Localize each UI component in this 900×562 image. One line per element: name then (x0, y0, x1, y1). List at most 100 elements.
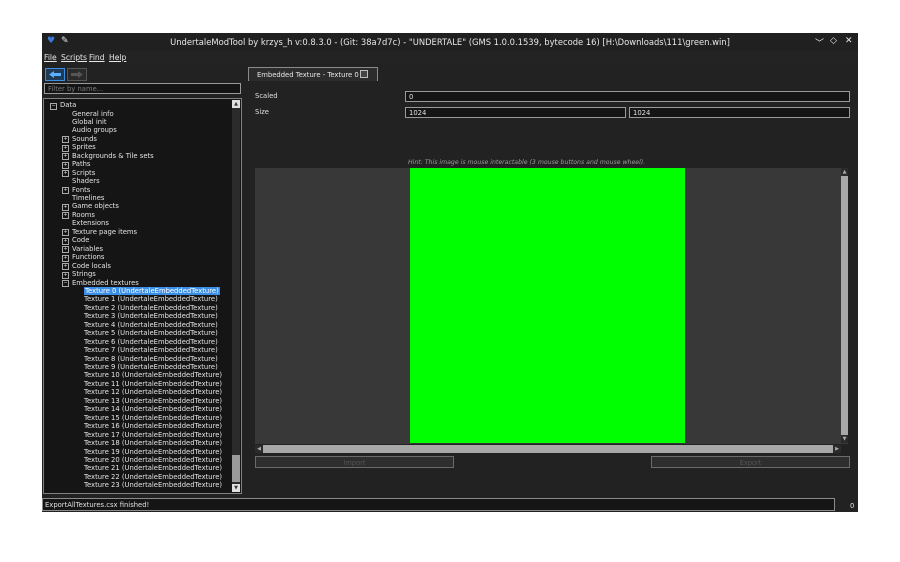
tree-item[interactable]: Sprites (72, 143, 96, 151)
texture-item[interactable]: Texture 7 (UndertaleEmbeddedTexture) (84, 346, 218, 354)
tree-item[interactable]: Backgrounds & Tile sets (72, 152, 154, 160)
expand-icon[interactable]: + (62, 212, 69, 220)
expand-icon[interactable]: + (62, 246, 69, 254)
menu-help[interactable]: Help (109, 53, 126, 62)
expand-icon[interactable]: + (62, 254, 69, 262)
tab-close-icon[interactable] (360, 70, 368, 78)
tree-item[interactable]: Embedded textures (72, 279, 139, 287)
tree-item[interactable]: Strings (72, 270, 96, 278)
tree-root-data[interactable]: Data (60, 101, 76, 109)
texture-item[interactable]: Texture 12 (UndertaleEmbeddedTexture) (84, 388, 222, 396)
hint-text: Hint: This image is mouse interactable (… (408, 159, 646, 166)
maximize-button[interactable]: ◇ (830, 36, 837, 46)
width-field[interactable]: 1024 (405, 107, 626, 118)
tree-item[interactable]: Audio groups (72, 126, 117, 134)
texture-item[interactable]: Texture 15 (UndertaleEmbeddedTexture) (84, 414, 222, 422)
size-label: Size (255, 108, 269, 116)
texture-item[interactable]: Texture 10 (UndertaleEmbeddedTexture) (84, 371, 222, 379)
texture-item[interactable]: Texture 0 (UndertaleEmbeddedTexture) (84, 286, 220, 295)
tree-item[interactable]: Paths (72, 160, 90, 168)
minimize-button[interactable]: ﹀ (815, 36, 824, 49)
collapse-icon[interactable]: − (50, 103, 57, 110)
expand-icon[interactable]: + (62, 136, 69, 144)
tab-label: Embedded Texture - Texture 0 (257, 71, 359, 79)
texture-item[interactable]: Texture 6 (UndertaleEmbeddedTexture) (84, 338, 218, 346)
back-button[interactable] (45, 68, 65, 81)
texture-item[interactable]: Texture 23 (UndertaleEmbeddedTexture) (84, 481, 222, 489)
expand-icon[interactable]: + (62, 271, 69, 279)
texture-item[interactable]: Texture 18 (UndertaleEmbeddedTexture) (84, 439, 222, 447)
texture-item[interactable]: Texture 5 (UndertaleEmbeddedTexture) (84, 329, 218, 337)
tree-item[interactable]: Scripts (72, 169, 95, 177)
tree-item[interactable]: General info (72, 110, 114, 118)
scroll-down-icon[interactable]: ▼ (841, 435, 848, 443)
menu-file[interactable]: File (44, 53, 57, 62)
forward-button[interactable] (67, 68, 87, 81)
expand-icon[interactable]: + (62, 153, 69, 161)
expand-icon[interactable]: + (62, 144, 69, 152)
app-window: ♥ ✎ UndertaleModTool by krzys_h v:0.8.3.… (42, 33, 858, 512)
texture-item[interactable]: Texture 22 (UndertaleEmbeddedTexture) (84, 473, 222, 481)
collapse-icon[interactable]: − (62, 280, 69, 287)
texture-item[interactable]: Texture 16 (UndertaleEmbeddedTexture) (84, 422, 222, 430)
tree-item[interactable]: Code (72, 236, 89, 244)
menu-find[interactable]: Find (89, 53, 105, 62)
expand-icon[interactable]: + (62, 237, 69, 245)
import-button[interactable]: Import (255, 456, 454, 468)
tree-item[interactable]: Variables (72, 245, 103, 253)
expand-icon[interactable]: + (62, 229, 69, 237)
export-button[interactable]: Export (651, 456, 850, 468)
tree-item[interactable]: Code locals (72, 262, 111, 270)
tree-item[interactable]: Rooms (72, 211, 95, 219)
tree-item[interactable]: Fonts (72, 186, 90, 194)
tree-item[interactable]: Functions (72, 253, 104, 261)
status-count: 0 (850, 502, 855, 510)
filter-input[interactable]: Filter by name... (44, 83, 241, 94)
texture-item[interactable]: Texture 11 (UndertaleEmbeddedTexture) (84, 380, 222, 388)
expand-icon[interactable]: + (62, 161, 69, 169)
tree-item[interactable]: Texture page items (72, 228, 137, 236)
scroll-left-icon[interactable]: ◀ (255, 445, 263, 453)
scroll-right-icon[interactable]: ▶ (833, 445, 841, 453)
expand-icon[interactable]: + (62, 187, 69, 195)
tree-item[interactable]: Sounds (72, 135, 97, 143)
tree-item[interactable]: Game objects (72, 202, 119, 210)
tree-scrollbar[interactable]: ▲ ▼ (232, 100, 240, 492)
title-bar: ♥ ✎ UndertaleModTool by krzys_h v:0.8.3.… (42, 33, 858, 51)
texture-item[interactable]: Texture 8 (UndertaleEmbeddedTexture) (84, 355, 218, 363)
texture-item[interactable]: Texture 19 (UndertaleEmbeddedTexture) (84, 448, 222, 456)
tree-item[interactable]: Extensions (72, 219, 109, 227)
texture-item[interactable]: Texture 9 (UndertaleEmbeddedTexture) (84, 363, 218, 371)
scaled-label: Scaled (255, 92, 278, 100)
scroll-thumb[interactable] (232, 455, 240, 482)
expand-icon[interactable]: + (62, 263, 69, 271)
texture-item[interactable]: Texture 20 (UndertaleEmbeddedTexture) (84, 456, 222, 464)
status-bar: ExportAllTextures.csx finished! (42, 498, 835, 511)
texture-image[interactable] (410, 168, 685, 443)
viewport-vertical-scrollbar[interactable]: ▲ ▼ (841, 168, 848, 443)
expand-icon[interactable]: + (62, 203, 69, 211)
tree-item[interactable]: Timelines (72, 194, 104, 202)
texture-item[interactable]: Texture 14 (UndertaleEmbeddedTexture) (84, 405, 222, 413)
tree-item[interactable]: Shaders (72, 177, 100, 185)
close-button[interactable]: ✕ (845, 36, 853, 46)
tree-item[interactable]: Global init (72, 118, 107, 126)
texture-viewport[interactable]: ▲ ▼ (255, 168, 848, 444)
scroll-down-icon[interactable]: ▼ (232, 484, 240, 492)
texture-item[interactable]: Texture 1 (UndertaleEmbeddedTexture) (84, 295, 218, 303)
texture-item[interactable]: Texture 4 (UndertaleEmbeddedTexture) (84, 321, 218, 329)
height-field[interactable]: 1024 (629, 107, 850, 118)
tab-embedded-texture[interactable]: Embedded Texture - Texture 0 (248, 67, 378, 81)
texture-item[interactable]: Texture 21 (UndertaleEmbeddedTexture) (84, 464, 222, 472)
scaled-field[interactable]: 0 (405, 91, 850, 102)
scroll-up-icon[interactable]: ▲ (841, 168, 848, 176)
resource-tree[interactable]: − Data General info Global init Audio grou… (43, 98, 242, 494)
texture-item[interactable]: Texture 17 (UndertaleEmbeddedTexture) (84, 431, 222, 439)
expand-icon[interactable]: + (62, 170, 69, 178)
texture-item[interactable]: Texture 3 (UndertaleEmbeddedTexture) (84, 312, 218, 320)
viewport-horizontal-scrollbar[interactable]: ◀ ▶ (255, 445, 841, 453)
scroll-up-icon[interactable]: ▲ (232, 100, 240, 108)
texture-item[interactable]: Texture 13 (UndertaleEmbeddedTexture) (84, 397, 222, 405)
menu-scripts[interactable]: Scripts (61, 53, 87, 62)
texture-item[interactable]: Texture 2 (UndertaleEmbeddedTexture) (84, 304, 218, 312)
